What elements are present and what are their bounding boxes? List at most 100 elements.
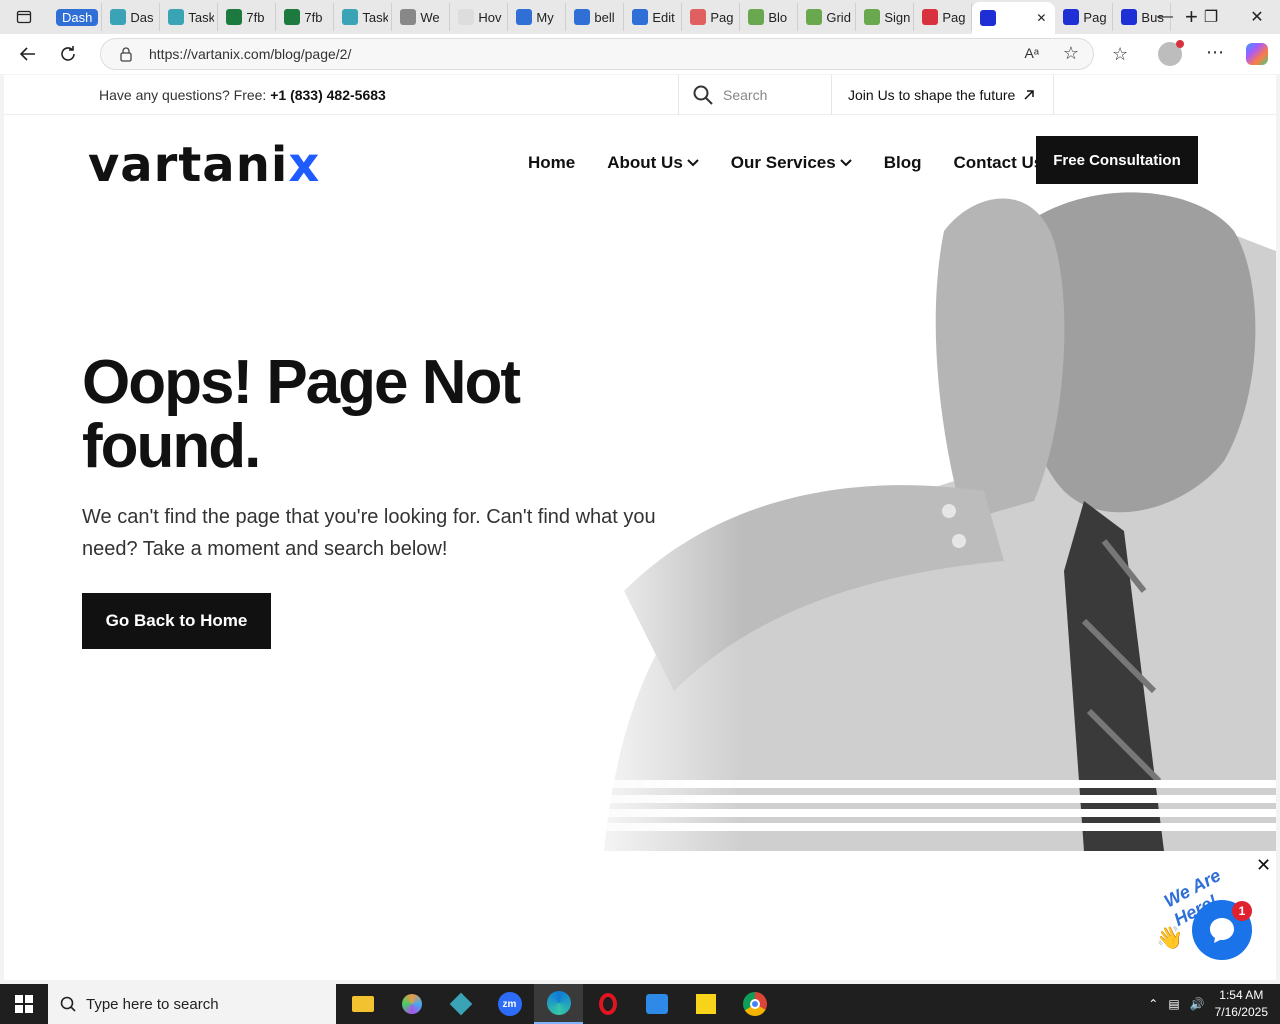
tab-title[interactable]: Hov [478,10,504,25]
nav-home[interactable]: Home [528,153,575,173]
nav-contact-us[interactable]: Contact Us [953,153,1043,173]
browser-tab[interactable]: Grid [798,3,857,31]
windows-taskbar: Type here to search zm ⌃ ▤ 🔊 1:54 AM 7/1… [0,984,1280,1024]
tab-title[interactable]: Sign [884,10,910,25]
app-diamond-icon[interactable] [436,984,485,1024]
chevron-up-icon[interactable]: ⌃ [1148,997,1158,1011]
system-tray: ⌃ ▤ 🔊 1:54 AM 7/16/2025 [1148,984,1280,1024]
tab-title[interactable]: Pag [1083,10,1109,25]
vartanix-logo[interactable]: vartanix [88,137,320,193]
tab-title[interactable]: Pag [710,10,736,25]
url-text[interactable]: https://vartanix.com/blog/page/2/ [149,46,351,62]
nav-contact-label[interactable]: Contact Us [953,153,1043,173]
tab-favicon-icon [574,9,591,25]
edge-icon[interactable] [534,984,583,1024]
tab-title[interactable]: Pag [942,10,968,25]
taskbar-search[interactable]: Type here to search [48,984,336,1024]
join-us-link[interactable]: Join Us to shape the future [832,75,1054,115]
close-window-button[interactable]: ✕ [1234,0,1280,34]
clock-date[interactable]: 7/16/2025 [1215,1004,1268,1021]
favorite-star-icon[interactable]: ☆ [1063,43,1079,64]
favorites-icon[interactable]: ☆ [1112,44,1128,65]
browser-tab[interactable]: Pag [1055,3,1114,31]
browser-tab[interactable]: Dash [48,3,103,31]
tab-title[interactable]: 7fb [304,10,330,25]
tab-title[interactable]: 7fb [246,10,272,25]
browser-tab-strip: Dash Das Task 7fb 7fb Task We Hov My bell Edit Pag B… [0,0,1280,34]
back-button[interactable] [8,34,48,74]
browser-tab[interactable]: Edit [624,3,683,31]
nav-home-label[interactable]: Home [528,153,575,173]
volume-icon[interactable]: 🔊 [1190,997,1205,1011]
nav-about-label[interactable]: About Us [607,153,683,173]
browser-tab[interactable]: Task [334,3,393,31]
site-search-field[interactable]: Search [678,75,832,115]
logo-text[interactable]: vartani [88,137,288,193]
taskbar-search-placeholder[interactable]: Type here to search [86,996,219,1013]
nav-our-services[interactable]: Our Services [731,153,852,173]
browser-tab[interactable]: Task [160,3,219,31]
chevron-down-icon [687,159,699,167]
search-placeholder[interactable]: Search [723,87,767,103]
tab-title[interactable]: Blo [768,10,794,25]
tab-title[interactable]: Task [362,10,388,25]
start-button[interactable] [0,984,48,1024]
browser-tab[interactable]: Pag [914,3,973,31]
nav-about-us[interactable]: About Us [607,153,699,173]
chat-unread-badge: 1 [1232,901,1252,921]
browser-tab[interactable]: ✕ [972,2,1056,34]
tab-title[interactable]: We [420,10,446,25]
browser-tab[interactable]: 7fb [276,3,335,31]
tab-title[interactable]: Task [188,10,214,25]
paint-icon[interactable] [387,984,436,1024]
sticky-notes-icon[interactable] [681,984,730,1024]
browser-tab[interactable]: My [508,3,567,31]
logo-accent-x[interactable]: x [288,137,320,193]
clock-time[interactable]: 1:54 AM [1215,987,1268,1004]
nav-blog[interactable]: Blog [884,153,922,173]
network-icon[interactable]: ▤ [1168,997,1179,1011]
clock[interactable]: 1:54 AM 7/16/2025 [1215,987,1268,1021]
nav-services-label[interactable]: Our Services [731,153,836,173]
tab-title[interactable]: Dash [56,8,99,26]
go-back-home-button[interactable]: Go Back to Home [82,593,271,649]
more-options-icon[interactable]: ⋯ [1206,42,1225,63]
tab-title[interactable]: My [536,10,562,25]
nav-blog-label[interactable]: Blog [884,153,922,173]
zoom-icon[interactable]: zm [485,984,534,1024]
tab-actions-button[interactable] [0,0,48,34]
free-consultation-button[interactable]: Free Consultation [1036,136,1198,184]
browser-tab[interactable]: Sign [856,3,915,31]
tab-title[interactable]: bell [594,10,620,25]
profile-avatar[interactable] [1158,40,1184,66]
copilot-icon[interactable] [1246,43,1268,65]
address-bar[interactable]: https://vartanix.com/blog/page/2/ Aᵃ ☆ [100,38,1094,70]
join-us-text[interactable]: Join Us to shape the future [848,87,1015,103]
tab-title[interactable]: Grid [826,10,852,25]
browser-tab[interactable]: Hov [450,3,509,31]
close-tab-icon[interactable]: ✕ [1036,11,1046,25]
browser-tab[interactable]: Blo [740,3,799,31]
file-explorer-icon[interactable] [338,984,387,1024]
phone-number-link[interactable]: +1 (833) 482-5683 [270,87,386,103]
minimize-button[interactable]: — [1142,0,1188,34]
tab-title[interactable]: Edit [652,10,678,25]
lock-icon[interactable] [119,46,133,62]
browser-toolbar: https://vartanix.com/blog/page/2/ Aᵃ ☆ ☆… [0,34,1280,74]
restore-button[interactable]: ❐ [1188,0,1234,34]
browser-tab[interactable]: Pag [682,3,741,31]
read-aloud-icon[interactable]: Aᵃ [1024,45,1039,61]
profile-notification-dot [1176,40,1184,48]
browser-tab[interactable]: Das [102,3,161,31]
tab-title[interactable]: Das [130,10,156,25]
search-icon [60,996,76,1012]
browser-tab[interactable]: 7fb [218,3,277,31]
refresh-button[interactable] [48,34,88,74]
browser-tab[interactable]: bell [566,3,625,31]
tab-favicon-icon [1121,9,1138,25]
photos-icon[interactable] [632,984,681,1024]
browser-tab[interactable]: We [392,3,451,31]
chrome-icon[interactable] [730,984,779,1024]
opera-icon[interactable] [583,984,632,1024]
tab-favicon-icon [458,9,475,25]
